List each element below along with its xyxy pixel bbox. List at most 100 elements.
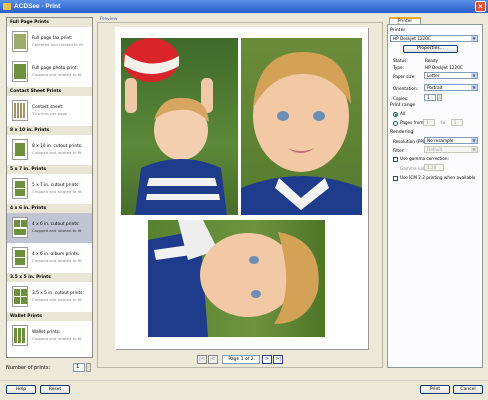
option-title: Contact sheet: [32, 105, 64, 110]
print-range-pages-radio[interactable] [393, 121, 398, 126]
app-icon [3, 3, 11, 10]
print-range-all-label: All [400, 111, 406, 116]
orientation-label: Orientation: [393, 86, 419, 91]
status-value: Ready [425, 58, 438, 63]
pages-from-label: Pages from: [400, 120, 425, 125]
print-button[interactable]: Print [420, 385, 450, 394]
group-heading: 3.5 x 5 in. Prints [7, 273, 92, 282]
option-subtitle: Cropped and rotated to fit [32, 228, 82, 233]
chevron-down-icon: ▼ [471, 36, 477, 41]
layout-option-5x7-cutout[interactable]: 5 x 7 in. cutout prints: Cropped and rot… [7, 174, 92, 204]
footer-divider [0, 380, 488, 381]
filter-label: Filter: [393, 148, 405, 153]
photo-boy-closeup-image [241, 52, 362, 215]
option-title: Wallet prints: [32, 330, 61, 335]
filter-value: Default [427, 147, 443, 152]
layout-option-4x6-album[interactable]: 4 x 6 in. album prints: Cropped and rota… [7, 243, 92, 273]
number-of-prints-label: Number of prints: [6, 365, 51, 371]
layout-thumbnail [12, 178, 28, 199]
filter-select[interactable]: Default ▼ [424, 146, 478, 153]
next-page-button[interactable]: > [262, 355, 272, 364]
copies-input[interactable]: 1 [424, 94, 436, 101]
window-title: ACDSee - Print [14, 3, 61, 10]
layout-option-wallet[interactable]: Wallet prints: Cropped and rotated to fi… [7, 321, 92, 351]
paper-size-value: Letter [427, 73, 440, 78]
pages-to-label: to [441, 120, 446, 125]
photo-boy-lying-image [148, 220, 319, 337]
layout-option-4x6-cutout[interactable]: 4 x 6 in. cutout prints: Cropped and rot… [7, 213, 92, 243]
gamma-correction-checkbox[interactable] [393, 157, 398, 162]
layout-option-contact-sheet[interactable]: Contact sheet: 35 prints per page [7, 96, 92, 126]
print-range-section-label: Print range [390, 103, 416, 108]
layout-option-8x10-cutout[interactable]: 8 x 10 in. cutout prints: Cropped and ro… [7, 135, 92, 165]
copies-spinner[interactable] [437, 94, 442, 101]
option-subtitle: Cropped and rotated to fit [32, 72, 82, 77]
resolution-select[interactable]: No resample ▼ [424, 137, 478, 144]
group-heading: 8 x 10 in. Prints [7, 126, 92, 135]
photo-boy-lying [148, 220, 325, 337]
copies-label: Copies: [393, 96, 409, 101]
layout-option-3-5x5-cutout[interactable]: 3.5 x 5 in. cutout prints: Cropped and r… [7, 282, 92, 312]
orientation-value: Portrait [427, 85, 443, 90]
icm-printing-checkbox[interactable] [393, 176, 398, 181]
rendering-section-label: Rendering [390, 130, 414, 135]
type-label: Type: [393, 65, 405, 70]
option-title: 3.5 x 5 in. cutout prints: [32, 291, 84, 296]
layout-thumbnail [12, 31, 28, 52]
title-bar: ACDSee - Print × [0, 0, 488, 13]
last-page-button[interactable]: >| [273, 355, 283, 364]
layout-option-full-page-photo[interactable]: Full page photo print: Cropped and rotat… [7, 57, 92, 87]
photo-boy-closeup [241, 38, 362, 215]
previous-page-button[interactable]: < [208, 355, 218, 364]
cancel-button[interactable]: Cancel [453, 385, 483, 394]
pages-to-input[interactable]: 1 [451, 119, 463, 126]
layout-thumbnail [12, 247, 28, 268]
chevron-down-icon: ▼ [471, 85, 477, 90]
close-button[interactable]: × [475, 1, 486, 12]
page-indicator: Page 1 of 2 [222, 355, 260, 364]
first-page-button[interactable]: |< [197, 355, 207, 364]
option-subtitle: Cropped and rotated to fit [32, 336, 82, 341]
print-range-all-radio[interactable] [393, 112, 398, 117]
layout-thumbnail [12, 100, 28, 121]
group-heading: 4 x 6 in. Prints [7, 204, 92, 213]
preview-page [115, 27, 368, 349]
layout-thumbnail [12, 61, 28, 82]
option-subtitle: 35 prints per page [32, 111, 68, 116]
option-title: 8 x 10 in. cutout prints: [32, 144, 83, 149]
layout-thumbnail [12, 325, 28, 346]
option-title: 5 x 7 in. cutout prints: [32, 183, 80, 188]
resolution-label: Resolution (PPI): [393, 139, 428, 144]
icm-printing-label: Use ICM 2.2 printing when available [400, 175, 476, 180]
layout-thumbnail [12, 217, 28, 238]
chevron-down-icon: ▼ [471, 147, 477, 152]
number-of-prints-spinner[interactable] [86, 363, 91, 372]
group-heading: Contact Sheet Prints [7, 87, 92, 96]
option-title: 4 x 6 in. cutout prints: [32, 222, 80, 227]
layout-thumbnail [12, 139, 28, 160]
orientation-select[interactable]: Portrait ▼ [424, 84, 478, 91]
gamma-correction-label: Use gamma correction: [400, 156, 449, 161]
pages-from-input[interactable]: 1 [423, 119, 435, 126]
option-subtitle: Cropped and rotated to fit [32, 258, 82, 263]
group-heading: Wallet Prints [7, 312, 92, 321]
printer-section-label: Printer [390, 28, 406, 33]
help-button[interactable]: Help [6, 385, 36, 394]
number-of-prints-input[interactable]: 1 [73, 363, 85, 372]
status-label: Status: [393, 58, 408, 63]
photo-boy-with-ball-image [123, 38, 227, 215]
reset-button[interactable]: Reset [40, 385, 70, 394]
option-subtitle: Cropped and rotated to fit [32, 189, 82, 194]
option-title: 4 x 6 in. album prints: [32, 252, 80, 257]
photo-boy-with-ball [121, 38, 238, 215]
chevron-down-icon: ▼ [471, 138, 477, 143]
gamma-value-input[interactable]: 1.20 [424, 164, 444, 171]
paper-size-select[interactable]: Letter ▼ [424, 72, 478, 79]
option-subtitle: Cropped and rotated to fit [32, 150, 82, 155]
printer-select[interactable]: HP DeskJet 1220C ▼ [390, 35, 478, 42]
option-title: Full page fax print: [32, 36, 73, 41]
properties-button[interactable]: Properties... [403, 45, 458, 53]
layout-option-full-page-fax[interactable]: Full page fax print: Centered and rotate… [7, 27, 92, 57]
group-heading: 5 x 7 in. Prints [7, 165, 92, 174]
type-value: HP DeskJet 1220C [425, 65, 463, 70]
